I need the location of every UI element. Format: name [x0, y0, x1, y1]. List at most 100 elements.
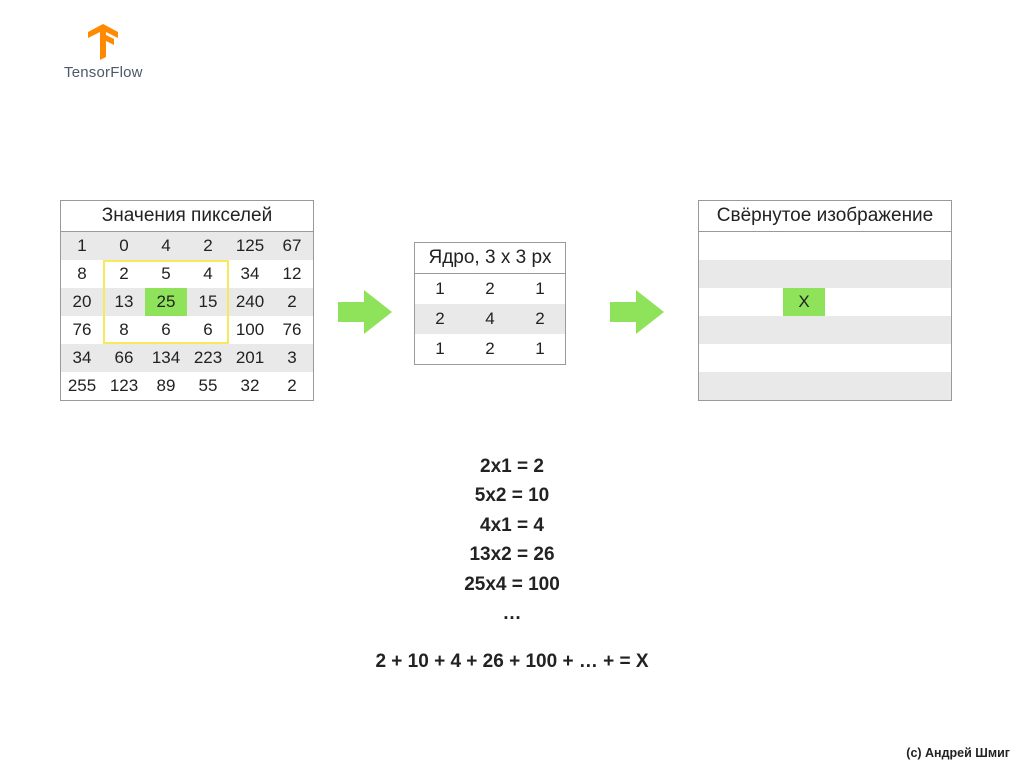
computation-line: 5x2 = 10 [0, 481, 1024, 510]
pixel-cell: 2 [271, 288, 313, 316]
computation-line: 4x1 = 4 [0, 511, 1024, 540]
table-row [699, 344, 951, 372]
pixel-cell: 6 [145, 316, 187, 344]
output-cell [699, 260, 741, 288]
pixel-cell: 2 [271, 372, 313, 400]
pixel-cell: 25 [145, 288, 187, 316]
kernel-cell: 2 [415, 304, 465, 334]
output-cell [867, 316, 909, 344]
output-cell [867, 344, 909, 372]
diagram-stage: Значения пикселей 1042125678254341220132… [0, 200, 1024, 460]
output-cell [909, 260, 951, 288]
output-cell [699, 344, 741, 372]
credit-text: (с) Андрей Шмиг [906, 746, 1010, 760]
pixel-cell: 55 [187, 372, 229, 400]
output-cell [783, 260, 825, 288]
pixel-cell: 2 [103, 260, 145, 288]
pixel-cell: 2 [187, 232, 229, 260]
table-row [699, 372, 951, 400]
computation-block: 2x1 = 25x2 = 104x1 = 413x2 = 2625x4 = 10… [0, 452, 1024, 676]
table-row: 34661342232013 [61, 344, 313, 372]
pixel-cell: 0 [103, 232, 145, 260]
pixel-cell: 13 [103, 288, 145, 316]
table-row: 121 [415, 334, 565, 364]
output-cell [699, 232, 741, 260]
output-cell [741, 260, 783, 288]
pixel-cell: 12 [271, 260, 313, 288]
pixel-cell: 6 [187, 316, 229, 344]
output-cell [699, 316, 741, 344]
pixel-cell: 76 [271, 316, 313, 344]
computation-line: 2x1 = 2 [0, 452, 1024, 481]
output-cell [783, 316, 825, 344]
kernel-table: Ядро, 3 x 3 px 121242121 [414, 242, 566, 365]
kernel-title: Ядро, 3 x 3 px [415, 243, 565, 274]
kernel-cell: 1 [415, 274, 465, 304]
tensorflow-label: TensorFlow [64, 64, 143, 81]
pixel-cell: 125 [229, 232, 271, 260]
output-cell [699, 288, 741, 316]
pixel-cell: 66 [103, 344, 145, 372]
pixel-cell: 8 [103, 316, 145, 344]
output-cell [741, 344, 783, 372]
table-row: 2551238955322 [61, 372, 313, 400]
table-row [699, 316, 951, 344]
output-cell [909, 372, 951, 400]
table-row: 7686610076 [61, 316, 313, 344]
pixel-cell: 76 [61, 316, 103, 344]
pixel-cell: 67 [271, 232, 313, 260]
output-cell [867, 260, 909, 288]
pixel-cell: 201 [229, 344, 271, 372]
output-table: Свёрнутое изображение X [698, 200, 952, 401]
computation-line: 13x2 = 26 [0, 540, 1024, 569]
arrow-icon [608, 288, 666, 341]
output-cell [909, 288, 951, 316]
output-cell [909, 316, 951, 344]
pixel-cell: 223 [187, 344, 229, 372]
pixels-body: 1042125678254341220132515240276866100763… [61, 232, 313, 400]
output-cell [825, 344, 867, 372]
output-cell [909, 344, 951, 372]
table-row: 121 [415, 274, 565, 304]
output-cell [783, 344, 825, 372]
pixel-cell: 4 [187, 260, 229, 288]
output-cell [741, 316, 783, 344]
output-cell [741, 232, 783, 260]
pixel-cell: 134 [145, 344, 187, 372]
computation-lines: 2x1 = 25x2 = 104x1 = 413x2 = 2625x4 = 10… [0, 452, 1024, 629]
pixels-title: Значения пикселей [61, 201, 313, 232]
kernel-cell: 2 [465, 274, 515, 304]
table-row: 104212567 [61, 232, 313, 260]
pixel-cell: 1 [61, 232, 103, 260]
output-cell [783, 372, 825, 400]
pixel-cell: 3 [271, 344, 313, 372]
output-title: Свёрнутое изображение [699, 201, 951, 232]
output-cell [825, 260, 867, 288]
output-cell [825, 316, 867, 344]
table-row [699, 260, 951, 288]
pixel-cell: 123 [103, 372, 145, 400]
output-cell [825, 232, 867, 260]
kernel-body: 121242121 [415, 274, 565, 364]
pixel-cell: 32 [229, 372, 271, 400]
kernel-cell: 1 [515, 274, 565, 304]
pixels-table: Значения пикселей 1042125678254341220132… [60, 200, 314, 401]
table-row: X [699, 288, 951, 316]
pixel-cell: 8 [61, 260, 103, 288]
pixel-cell: 255 [61, 372, 103, 400]
output-cell [867, 232, 909, 260]
kernel-cell: 4 [465, 304, 515, 334]
pixel-cell: 34 [229, 260, 271, 288]
output-cell: X [783, 288, 825, 316]
output-cell [825, 288, 867, 316]
pixel-cell: 5 [145, 260, 187, 288]
output-cell [909, 232, 951, 260]
tensorflow-logo: TensorFlow [64, 24, 143, 81]
computation-line: 25x4 = 100 [0, 570, 1024, 599]
table-row: 201325152402 [61, 288, 313, 316]
output-cell [783, 232, 825, 260]
tensorflow-icon [86, 24, 120, 60]
output-cell [825, 372, 867, 400]
pixel-cell: 100 [229, 316, 271, 344]
computation-sum: 2 + 10 + 4 + 26 + 100 + … + = X [0, 647, 1024, 676]
